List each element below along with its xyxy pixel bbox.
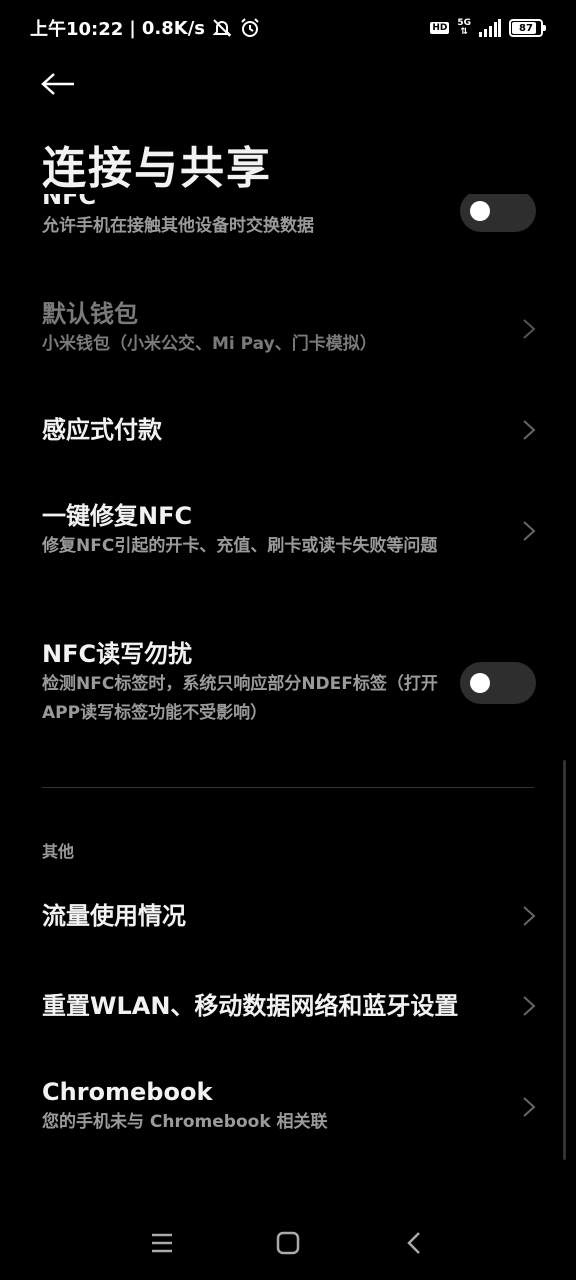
setting-nfc[interactable]: NFC 允许手机在接触其他设备时交换数据 — [42, 194, 536, 241]
chevron-right-icon — [522, 419, 536, 441]
home-nav-button[interactable] — [274, 1229, 302, 1257]
setting-nfc-repair[interactable]: 一键修复NFC 修复NFC引起的开卡、充值、刷卡或读卡失败等问题 — [42, 500, 536, 561]
setting-chromebook-title: Chromebook — [42, 1078, 213, 1106]
setting-chromebook[interactable]: Chromebook 您的手机未与 Chromebook 相关联 — [42, 1076, 536, 1137]
battery-icon: 87 — [509, 19, 546, 37]
battery-tip — [543, 25, 546, 31]
back-nav-button[interactable] — [400, 1229, 428, 1257]
setting-nfc-text: NFC 允许手机在接触其他设备时交换数据 — [42, 194, 314, 241]
status-left: 上午10:22 | 0.8K/s — [30, 15, 261, 41]
setting-nfc-title: NFC — [42, 194, 97, 210]
toggle-knob — [470, 200, 490, 221]
back-arrow-icon — [41, 73, 74, 95]
menu-nav-button[interactable] — [148, 1229, 176, 1257]
setting-chromebook-text: Chromebook 您的手机未与 Chromebook 相关联 — [42, 1076, 328, 1137]
back-chevron-icon — [407, 1232, 420, 1254]
status-bar: 上午10:22 | 0.8K/s HD 5G ⇅ 87 — [0, 0, 576, 56]
setting-nfc-repair-subtitle: 修复NFC引起的开卡、充值、刷卡或读卡失败等问题 — [42, 536, 438, 556]
battery-body: 87 — [509, 19, 543, 37]
setting-default-wallet-subtitle: 小米钱包（小米公交、Mi Pay、门卡模拟） — [42, 334, 377, 354]
setting-tap-pay[interactable]: 感应式付款 — [42, 414, 536, 446]
setting-nfc-dnd-subtitle: 检测NFC标签时，系统只响应部分NDEF标签（打开APP读写标签功能不受影响） — [42, 674, 438, 723]
setting-default-wallet[interactable]: 默认钱包 小米钱包（小米公交、Mi Pay、门卡模拟） — [42, 298, 536, 359]
signal-icon — [479, 19, 501, 37]
setting-nfc-repair-title: 一键修复NFC — [42, 502, 193, 530]
section-label-other: 其他 — [42, 842, 75, 861]
nfc-toggle[interactable] — [460, 194, 536, 232]
chevron-right-icon — [522, 520, 536, 542]
alarm-icon — [239, 17, 261, 39]
navigation-bar — [0, 1206, 576, 1280]
chevron-right-icon — [522, 318, 536, 340]
setting-data-usage-text: 流量使用情况 — [42, 900, 186, 932]
setting-reset-network-title: 重置WLAN、移动数据网络和蓝牙设置 — [42, 992, 459, 1020]
status-right: HD 5G ⇅ 87 — [430, 19, 546, 37]
toggle-knob — [470, 673, 490, 693]
status-separator: | — [129, 17, 136, 39]
setting-data-usage-title: 流量使用情况 — [42, 902, 186, 930]
setting-nfc-dnd-title: NFC读写勿扰 — [42, 640, 193, 668]
menu-icon — [152, 1233, 172, 1253]
mute-icon — [211, 17, 233, 39]
back-button[interactable] — [40, 68, 80, 100]
setting-nfc-dnd-text: NFC读写勿扰 检测NFC标签时，系统只响应部分NDEF标签（打开APP读写标签… — [42, 638, 460, 728]
setting-tap-pay-title: 感应式付款 — [42, 416, 162, 444]
chevron-right-icon — [522, 905, 536, 927]
battery-level: 87 — [519, 22, 533, 34]
setting-nfc-dnd[interactable]: NFC读写勿扰 检测NFC标签时，系统只响应部分NDEF标签（打开APP读写标签… — [42, 638, 536, 728]
setting-data-usage[interactable]: 流量使用情况 — [42, 900, 536, 932]
section-divider — [42, 787, 534, 788]
setting-default-wallet-title: 默认钱包 — [42, 300, 138, 328]
settings-list[interactable]: NFC 允许手机在接触其他设备时交换数据 默认钱包 小米钱包（小米公交、Mi P… — [0, 194, 576, 1214]
scrollbar[interactable] — [563, 760, 566, 1160]
setting-nfc-repair-text: 一键修复NFC 修复NFC引起的开卡、充值、刷卡或读卡失败等问题 — [42, 500, 437, 561]
network-type: 5G ⇅ — [457, 19, 471, 37]
data-arrows-icon: ⇅ — [460, 27, 468, 37]
setting-reset-network-text: 重置WLAN、移动数据网络和蓝牙设置 — [42, 990, 458, 1022]
setting-nfc-subtitle: 允许手机在接触其他设备时交换数据 — [42, 216, 314, 236]
setting-tap-pay-text: 感应式付款 — [42, 414, 162, 446]
clock: 上午10:22 — [30, 19, 124, 40]
nfc-dnd-toggle[interactable] — [460, 662, 536, 704]
setting-reset-network[interactable]: 重置WLAN、移动数据网络和蓝牙设置 — [42, 990, 536, 1022]
setting-default-wallet-text: 默认钱包 小米钱包（小米公交、Mi Pay、门卡模拟） — [42, 298, 377, 359]
chevron-right-icon — [522, 1096, 536, 1118]
hd-badge: HD — [430, 22, 450, 34]
chevron-right-icon — [522, 995, 536, 1017]
setting-chromebook-subtitle: 您的手机未与 Chromebook 相关联 — [42, 1112, 328, 1132]
home-square-icon — [276, 1231, 300, 1255]
net-speed: 0.8K/s — [141, 17, 205, 39]
page-title: 连接与共享 — [42, 143, 272, 194]
